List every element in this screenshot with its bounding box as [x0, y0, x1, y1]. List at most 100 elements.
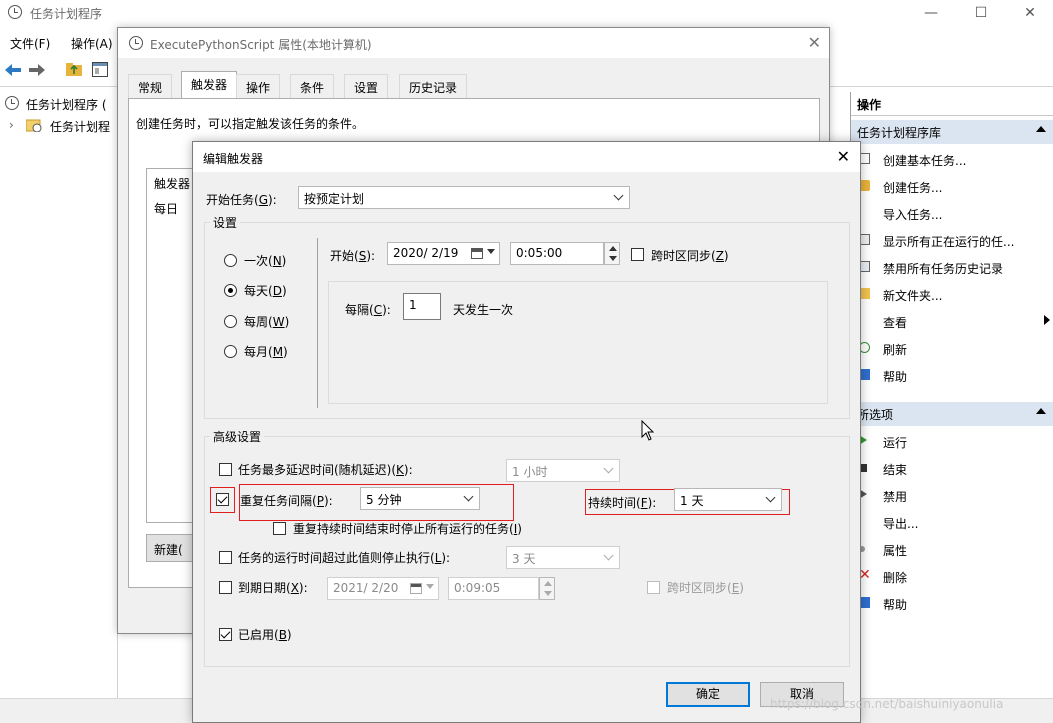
- mouse-cursor-icon: [641, 420, 655, 441]
- action-run[interactable]: 运行: [851, 428, 1053, 455]
- action-new-folder[interactable]: 新文件夹...: [851, 281, 1053, 308]
- maximize-button[interactable]: ☐: [958, 2, 1004, 24]
- max-delay-checkbox[interactable]: [219, 463, 232, 476]
- forward-arrow-icon[interactable]: [29, 64, 45, 76]
- dropdown-icon: [487, 249, 495, 254]
- stop-running-checkbox[interactable]: [273, 522, 286, 535]
- action-import-task[interactable]: 导入任务...: [851, 200, 1053, 227]
- tab-general[interactable]: 常规: [128, 74, 173, 98]
- start-date-picker[interactable]: 2020/ 2/19: [387, 242, 500, 265]
- action-create-basic-task[interactable]: 创建基本任务...: [851, 146, 1053, 173]
- action-properties[interactable]: 属性: [851, 536, 1053, 563]
- radio-daily[interactable]: [224, 284, 237, 297]
- tab-triggers[interactable]: 触发器: [181, 71, 238, 99]
- time-stepper[interactable]: [604, 242, 620, 265]
- folder-up-icon[interactable]: [66, 62, 82, 76]
- start-task-label: 开始任务(G):: [206, 193, 277, 207]
- chevron-down-icon: [765, 492, 776, 503]
- clock-icon: [129, 36, 143, 50]
- repeat-label: 重复任务间隔(P):: [240, 494, 333, 508]
- folder-clock-icon: [26, 119, 42, 132]
- menu-file[interactable]: 文件(F): [10, 35, 50, 52]
- console-icon[interactable]: [92, 62, 108, 77]
- expire-sync-checkbox[interactable]: [647, 581, 660, 594]
- every-input[interactable]: 1: [403, 293, 441, 320]
- duration-select[interactable]: 1 天: [674, 488, 782, 511]
- repeat-checkbox[interactable]: [216, 493, 229, 506]
- minimize-button[interactable]: —: [908, 2, 954, 24]
- calendar-icon: [471, 248, 483, 259]
- list-header: 触发器: [154, 177, 191, 191]
- actions-section-library[interactable]: 任务计划程序库: [851, 120, 1053, 144]
- tab-conditions[interactable]: 条件: [290, 74, 335, 98]
- enabled-checkbox[interactable]: [219, 628, 232, 641]
- chevron-down-icon: [603, 463, 614, 474]
- main-titlebar: 任务计划程序 — ☐ ✕: [0, 0, 1053, 26]
- expire-checkbox[interactable]: [219, 581, 232, 594]
- radio-weekly-label: 每周(W): [244, 315, 290, 329]
- edit-trigger-title: 编辑触发器: [203, 152, 264, 166]
- settings-group-label: 设置: [210, 214, 241, 231]
- radio-once[interactable]: [224, 254, 237, 267]
- close-button[interactable]: ✕: [1007, 2, 1053, 24]
- chevron-down-icon: [603, 550, 614, 561]
- scheduler-icon: [5, 96, 19, 110]
- expire-sync-label: 跨时区同步(E): [667, 581, 744, 595]
- back-arrow-icon[interactable]: [5, 64, 21, 76]
- radio-once-label: 一次(N): [244, 254, 287, 268]
- tab-actions[interactable]: 操作: [236, 74, 281, 98]
- stop-exceed-select[interactable]: 3 天: [506, 546, 620, 569]
- radio-weekly[interactable]: [224, 315, 237, 328]
- submenu-arrow-icon: [1044, 315, 1050, 325]
- action-disable-history[interactable]: 禁用所有任务历史记录: [851, 254, 1053, 281]
- start-label: 开始(S):: [330, 249, 376, 263]
- expire-time-field[interactable]: 0:09:05: [448, 577, 539, 600]
- stop-exceed-checkbox[interactable]: [219, 551, 232, 564]
- expand-chevron-icon[interactable]: ›: [9, 118, 14, 132]
- repeat-interval-select[interactable]: 5 分钟: [360, 487, 480, 510]
- action-disable[interactable]: 禁用: [851, 482, 1053, 509]
- tab-settings[interactable]: 设置: [344, 74, 389, 98]
- properties-close-button[interactable]: ✕: [808, 33, 821, 52]
- menu-action[interactable]: 操作(A): [71, 35, 113, 52]
- start-time-field[interactable]: 0:05:00: [510, 242, 604, 265]
- actions-header: 操作: [851, 92, 1053, 116]
- sync-timezone-label: 跨时区同步(Z): [651, 249, 729, 263]
- sync-timezone-checkbox[interactable]: [631, 248, 644, 261]
- action-display-running[interactable]: 显示所有正在运行的任...: [851, 227, 1053, 254]
- action-delete[interactable]: ✕ 删除: [851, 563, 1053, 590]
- calendar-icon: [410, 583, 422, 594]
- radio-monthly[interactable]: [224, 345, 237, 358]
- ok-button[interactable]: 确定: [666, 682, 750, 707]
- edit-trigger-titlebar: 编辑触发器 ✕: [193, 142, 860, 172]
- action-create-task[interactable]: 创建任务...: [851, 173, 1053, 200]
- actions-panel: 操作 任务计划程序库 创建基本任务... 创建任务... 导入任务... 显示所…: [850, 92, 1053, 702]
- clock-icon: [8, 5, 22, 19]
- action-export[interactable]: 导出...: [851, 509, 1053, 536]
- edit-trigger-close-button[interactable]: ✕: [837, 147, 850, 166]
- expire-label: 到期日期(X):: [238, 581, 308, 595]
- edit-trigger-dialog: 编辑触发器 ✕ 开始任务(G): 按预定计划 设置 一次(N) 每天(D) 每周…: [192, 141, 861, 723]
- max-delay-select[interactable]: 1 小时: [506, 459, 620, 482]
- stop-exceed-label: 任务的运行时间超过此值则停止执行(L):: [238, 551, 451, 565]
- tree-root[interactable]: 任务计划程序 (: [26, 96, 107, 113]
- action-help-2[interactable]: 帮助: [851, 590, 1053, 617]
- action-help[interactable]: 帮助: [851, 362, 1053, 389]
- start-task-select[interactable]: 按预定计划: [298, 186, 630, 209]
- list-row[interactable]: 每日: [154, 200, 178, 217]
- expire-time-stepper[interactable]: [539, 577, 555, 600]
- advanced-group-label: 高级设置: [210, 428, 265, 445]
- expire-date-picker[interactable]: 2021/ 2/20: [327, 577, 439, 600]
- tab-history[interactable]: 历史记录: [399, 74, 468, 98]
- stop-running-label: 重复持续时间结束时停止所有运行的任务(I): [293, 522, 522, 536]
- collapse-icon[interactable]: [1036, 408, 1046, 414]
- action-end[interactable]: 结束: [851, 455, 1053, 482]
- triggers-list[interactable]: 触发器 每日: [146, 168, 196, 523]
- action-refresh[interactable]: 刷新: [851, 335, 1053, 362]
- collapse-icon[interactable]: [1036, 126, 1046, 132]
- actions-section-selected[interactable]: 所选项: [851, 402, 1053, 426]
- tree-library[interactable]: 任务计划程: [50, 118, 110, 135]
- action-view[interactable]: 查看: [851, 308, 1053, 335]
- duration-label: 持续时间(F):: [588, 496, 657, 510]
- properties-title: ExecutePythonScript 属性(本地计算机): [150, 38, 372, 52]
